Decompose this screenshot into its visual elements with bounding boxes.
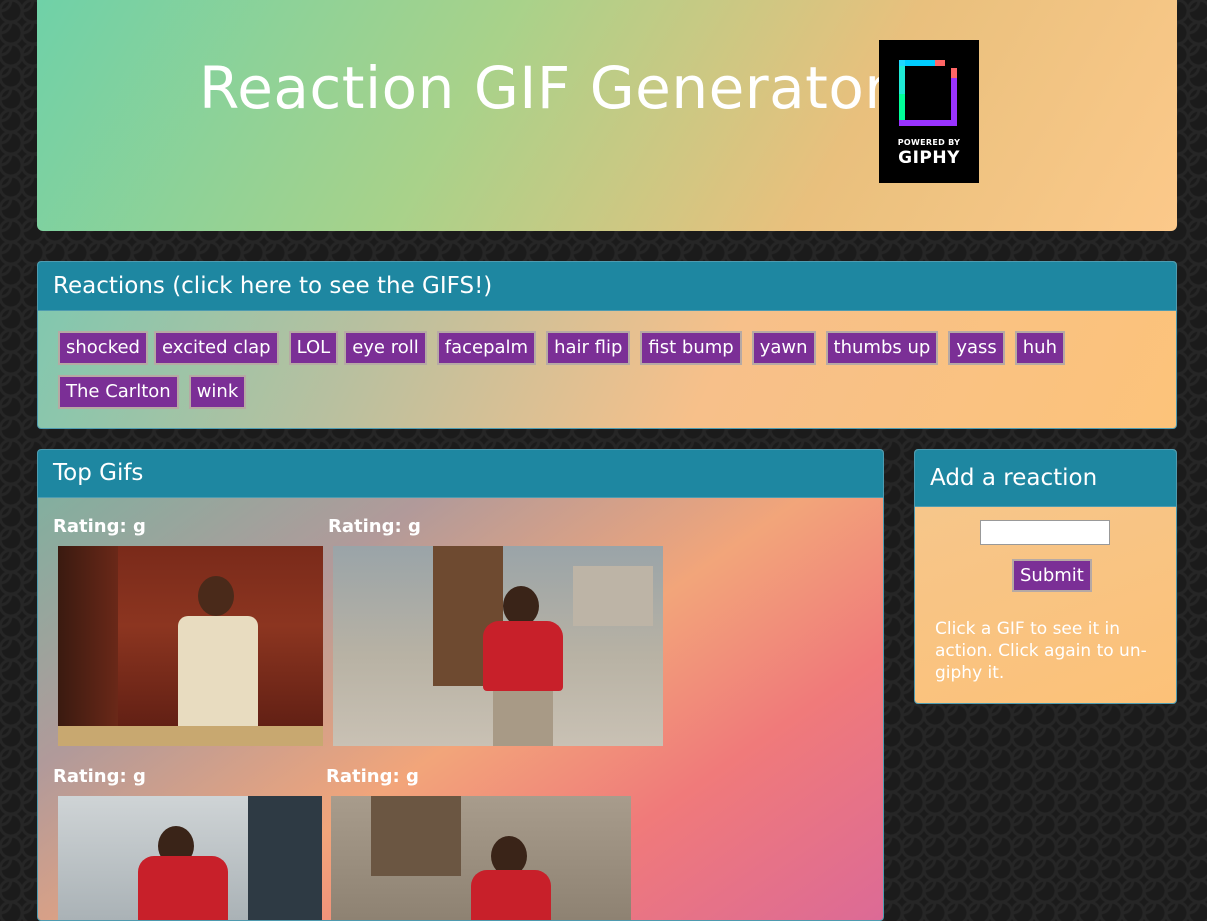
reaction-button-facepalm[interactable]: facepalm [436,331,537,365]
reaction-button-the-carlton[interactable]: The Carlton [58,375,179,409]
reaction-button-yass[interactable]: yass [948,331,1005,365]
reaction-button-yawn[interactable]: yawn [751,331,816,365]
gif-image[interactable] [58,796,322,920]
giphy-logo-icon [899,60,957,126]
gif-rating: Rating: g [326,766,419,787]
reactions-panel-title[interactable]: Reactions (click here to see the GIFS!) [38,262,1176,311]
instructions-text: Click a GIF to see it in action. Click a… [935,619,1147,683]
gif-image[interactable] [331,796,631,920]
reaction-button-row-2: The Carlton wink [58,375,252,409]
gif-image[interactable] [333,546,663,746]
reactions-panel: Reactions (click here to see the GIFS!) … [37,261,1177,429]
gif-image[interactable] [58,546,323,746]
add-reaction-panel-title: Add a reaction [915,450,1176,507]
reaction-button-row-1: shocked excited clap LOL eye roll facepalm ha… [58,331,1071,365]
gif-rating: Rating: g [53,516,146,537]
top-gifs-panel-title: Top Gifs [38,450,883,498]
gif-rating: Rating: g [328,516,421,537]
submit-button[interactable]: Submit [1012,559,1092,592]
giphy-brand-label: GIPHY [898,148,960,168]
reaction-button-excited-clap[interactable]: excited clap [153,331,279,365]
reaction-button-huh[interactable]: huh [1014,331,1065,365]
header-jumbotron: Reaction GIF Generator POWERED BY GIPHY [37,0,1177,231]
reaction-button-fist-bump[interactable]: fist bump [640,331,742,365]
page-title: Reaction GIF Generator [199,54,889,122]
gif-rating: Rating: g [53,766,146,787]
powered-by-label: POWERED BY [897,138,961,147]
reaction-button-shocked[interactable]: shocked [58,331,148,365]
reaction-button-wink[interactable]: wink [188,375,247,409]
giphy-logo: POWERED BY GIPHY [879,40,979,183]
reaction-button-eye-roll[interactable]: eye roll [344,331,427,365]
reaction-button-hair-flip[interactable]: hair flip [546,331,631,365]
top-gifs-panel: Top Gifs Rating: g Rating: g Rating: g R… [37,449,884,921]
reaction-button-lol[interactable]: LOL [288,331,339,365]
reaction-input[interactable] [980,520,1110,545]
add-reaction-panel: Add a reaction Submit Click a GIF to see… [914,449,1177,704]
reaction-button-thumbs-up[interactable]: thumbs up [825,331,939,365]
